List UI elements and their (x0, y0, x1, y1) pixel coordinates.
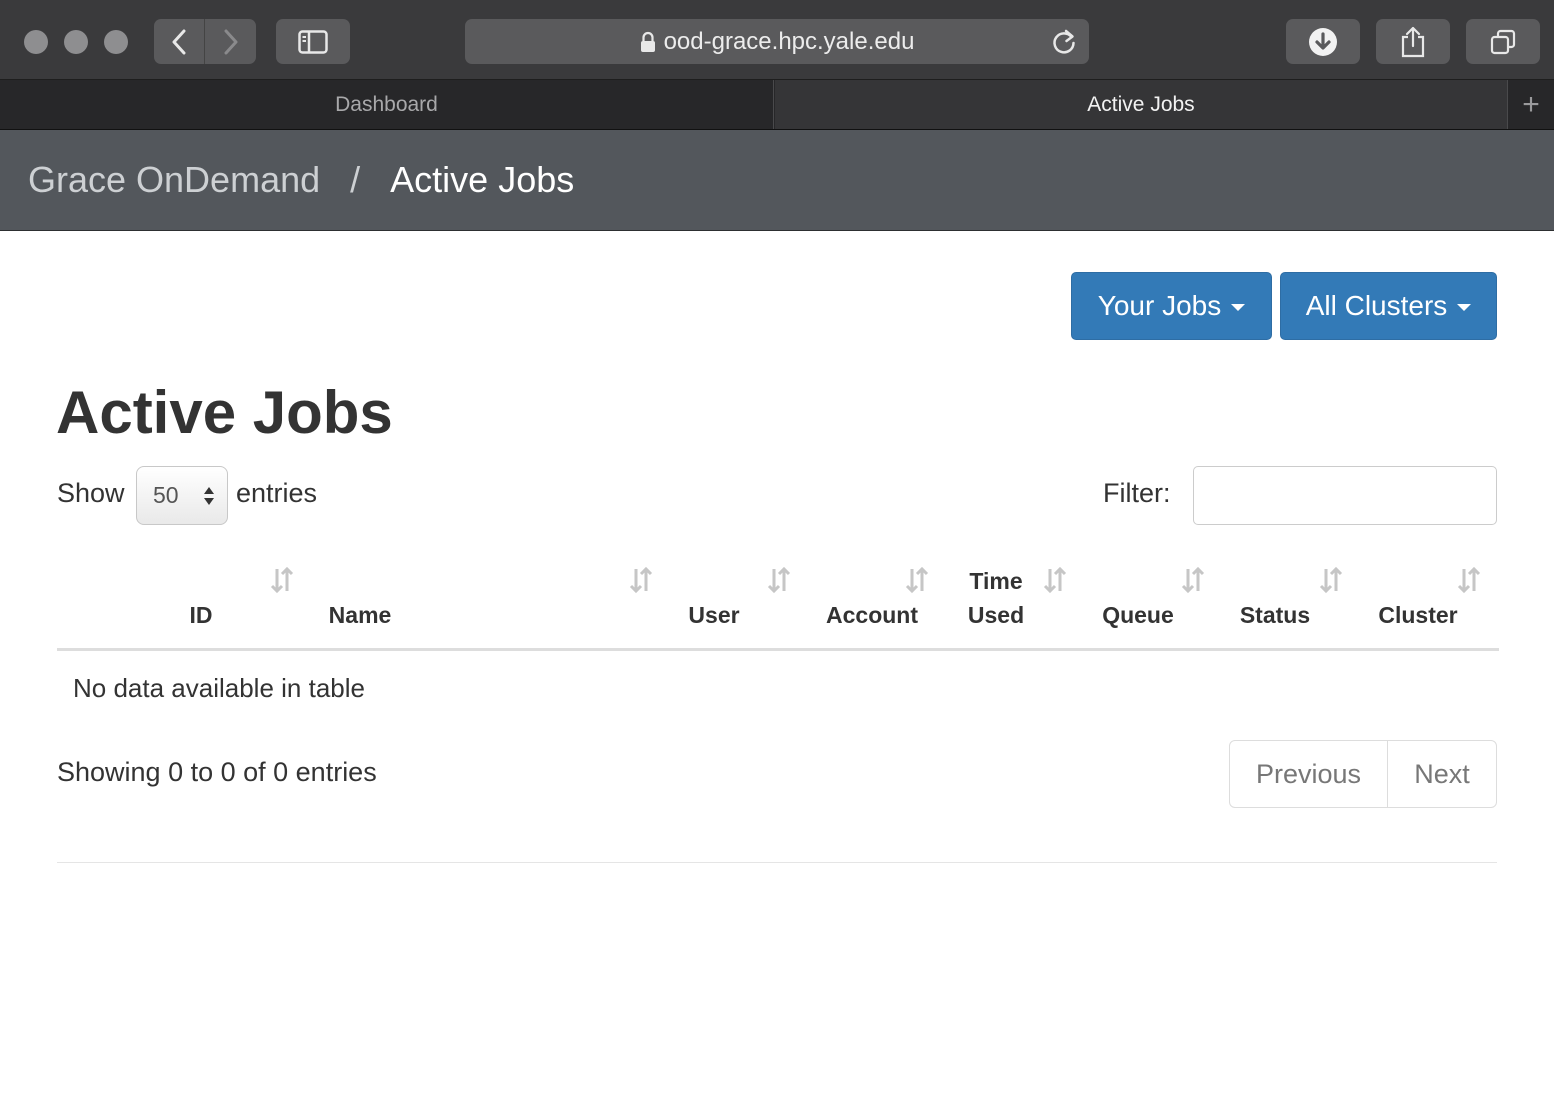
reload-icon[interactable] (1051, 28, 1077, 63)
page-size-select[interactable]: 50 (136, 466, 228, 525)
back-button[interactable] (154, 19, 205, 64)
address-bar[interactable]: ood-grace.hpc.yale.edu (465, 19, 1089, 64)
table-info: Showing 0 to 0 of 0 entries (57, 757, 377, 787)
filter-input[interactable] (1193, 466, 1497, 525)
lock-icon (640, 31, 656, 53)
history-nav (154, 19, 256, 64)
chevron-right-icon (224, 29, 237, 54)
tab-overview-button[interactable] (1466, 19, 1540, 64)
tab-label: Active Jobs (1087, 92, 1195, 116)
caret-down-icon (1231, 304, 1246, 311)
app-navbar: Grace OnDemand / Active Jobs (0, 130, 1554, 231)
sidebar-toggle-button[interactable] (276, 19, 350, 64)
share-button[interactable] (1376, 19, 1450, 64)
url-text: ood-grace.hpc.yale.edu (663, 27, 915, 55)
column-label: Queue (1102, 602, 1174, 628)
column-header-user[interactable]: User (664, 598, 764, 632)
minimize-window-button[interactable] (64, 30, 88, 54)
column-header-time-used[interactable]: Time Used (946, 564, 1046, 632)
previous-label: Previous (1255, 758, 1362, 789)
sidebar-icon (298, 29, 328, 54)
your-jobs-label: Your Jobs (1097, 290, 1222, 321)
caret-down-icon (1457, 304, 1472, 311)
table-header-divider (57, 648, 1499, 651)
sort-icon[interactable] (766, 566, 792, 594)
column-header-id[interactable]: ID (150, 598, 252, 632)
new-tab-button[interactable]: + (1507, 80, 1554, 129)
tab-active-jobs[interactable]: Active Jobs (775, 80, 1507, 129)
download-icon (1309, 27, 1337, 56)
tab-dashboard[interactable]: Dashboard (0, 80, 774, 129)
select-arrows-icon (203, 484, 215, 514)
column-label: Account (826, 602, 918, 628)
column-header-name[interactable]: Name (300, 598, 420, 632)
your-jobs-dropdown[interactable]: Your Jobs (1071, 272, 1272, 340)
downloads-button[interactable] (1286, 19, 1360, 64)
chevron-left-icon (172, 29, 186, 54)
column-header-cluster[interactable]: Cluster (1360, 598, 1476, 632)
previous-button[interactable]: Previous (1230, 741, 1388, 807)
column-label: ID (189, 602, 213, 628)
sort-icon[interactable] (1456, 566, 1482, 594)
sort-icon[interactable] (904, 566, 930, 594)
close-window-button[interactable] (24, 30, 48, 54)
sort-icon[interactable] (1042, 566, 1068, 594)
all-clusters-label: All Clusters (1305, 290, 1448, 321)
sort-icon[interactable] (628, 566, 654, 594)
empty-table-message: No data available in table (73, 673, 365, 703)
pagination: Previous Next (1229, 740, 1497, 808)
column-label: User (688, 602, 740, 628)
forward-button[interactable] (205, 19, 256, 64)
breadcrumb-separator: / (350, 159, 361, 200)
filter-label: Filter: (1103, 478, 1171, 508)
next-label: Next (1414, 758, 1470, 789)
sort-icon[interactable] (1180, 566, 1206, 594)
column-header-account[interactable]: Account (812, 598, 932, 632)
entries-label: entries (236, 478, 318, 508)
show-label: Show (57, 478, 125, 508)
footer-divider (57, 862, 1497, 863)
column-label: Status (1239, 602, 1311, 628)
column-header-status[interactable]: Status (1225, 598, 1325, 632)
sort-icon[interactable] (1318, 566, 1344, 594)
share-icon (1401, 26, 1425, 57)
brand-link[interactable]: Grace OnDemand (28, 159, 320, 201)
sort-icon[interactable] (269, 566, 295, 594)
all-clusters-dropdown[interactable]: All Clusters (1280, 272, 1497, 340)
column-label: Name (328, 602, 392, 628)
tabs-icon (1490, 29, 1516, 54)
column-header-queue[interactable]: Queue (1088, 598, 1188, 632)
plus-icon: + (1522, 87, 1540, 121)
breadcrumb-current: Active Jobs (390, 159, 575, 200)
page-size-value: 50 (153, 482, 179, 508)
tab-label: Dashboard (335, 92, 438, 116)
browser-toolbar: ood-grace.hpc.yale.edu (0, 0, 1554, 80)
column-label-line2: Used (967, 602, 1025, 628)
next-button[interactable]: Next (1388, 741, 1496, 807)
column-label-line1: Time (969, 568, 1023, 594)
column-label: Cluster (1378, 602, 1458, 628)
page-title: Active Jobs (56, 379, 393, 446)
zoom-window-button[interactable] (104, 30, 128, 54)
tab-bar: Dashboard Active Jobs + (0, 80, 1554, 130)
